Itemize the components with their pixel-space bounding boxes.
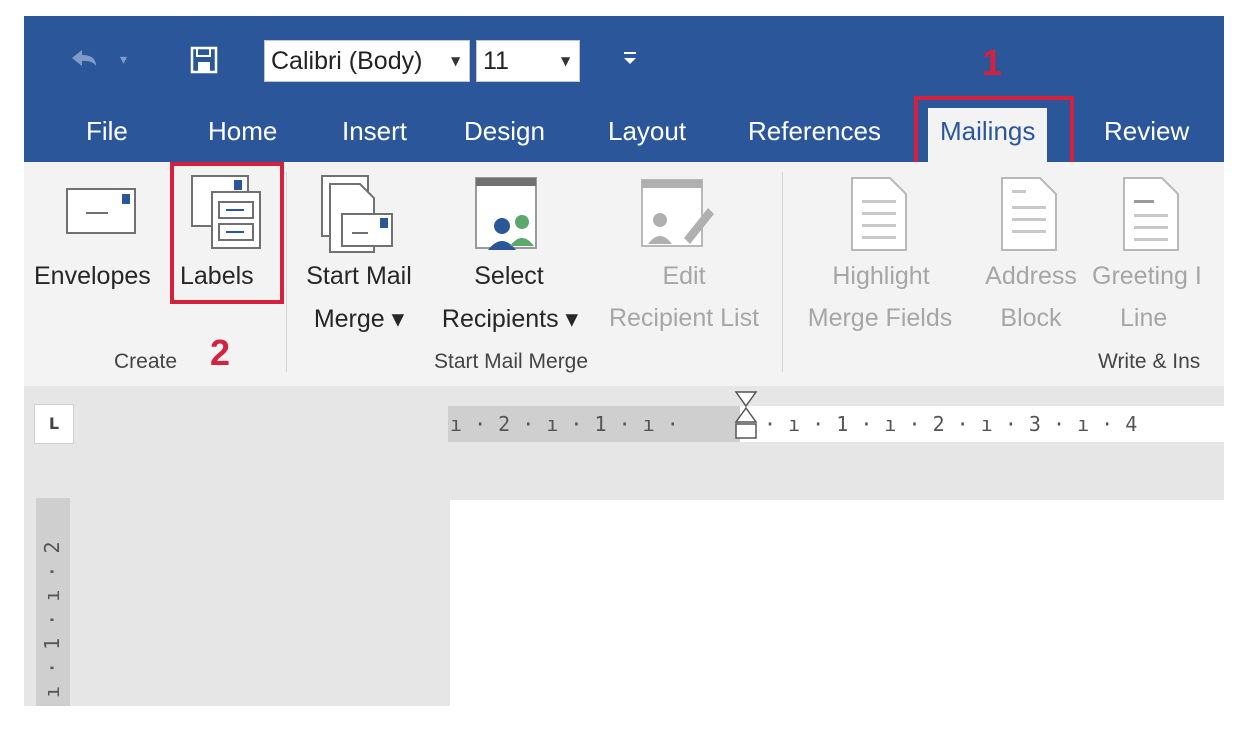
group-separator <box>286 172 287 372</box>
tab-review[interactable]: Review <box>1104 100 1189 162</box>
start-mail-merge-line2[interactable]: Merge ▾ <box>294 304 424 334</box>
address-block-line2[interactable]: Block <box>966 304 1096 333</box>
tab-selector-button[interactable]: L <box>34 404 74 444</box>
font-name-value: Calibri (Body) <box>271 47 423 75</box>
tab-design[interactable]: Design <box>464 100 545 162</box>
greeting-line-line1[interactable]: Greeting I <box>1092 262 1202 291</box>
annotation-highlight-mailings <box>914 96 1074 172</box>
tab-layout[interactable]: Layout <box>608 100 686 162</box>
edit-recipient-list-line2[interactable]: Recipient List <box>596 304 772 333</box>
start-mail-merge-icon <box>320 174 400 262</box>
horizontal-ruler[interactable]: ı · 2 · ı · 1 · ı · · ı · 1 · ı · 2 · ı … <box>448 406 1224 442</box>
address-block-line1[interactable]: Address <box>966 262 1096 291</box>
undo-icon[interactable] <box>64 42 108 78</box>
save-icon[interactable] <box>190 46 218 74</box>
title-bar: ▾ Calibri (Body) ▼ 11 ▼ 1 <box>24 16 1224 100</box>
ruler-left-ticks: ı · 2 · ı · 1 · ı · <box>450 412 679 436</box>
annotation-highlight-labels <box>170 162 284 304</box>
edit-recipient-list-line1[interactable]: Edit <box>624 262 744 291</box>
chevron-down-icon[interactable]: ▼ <box>451 41 460 81</box>
font-size-value: 11 <box>483 47 509 75</box>
start-mail-merge-line1[interactable]: Start Mail <box>294 262 424 291</box>
select-recipients-icon <box>470 176 540 256</box>
annotation-step-1: 1 <box>982 42 1003 83</box>
font-name-combobox[interactable]: Calibri (Body) ▼ <box>264 40 470 82</box>
annotation-step-2: 2 <box>210 332 231 373</box>
tab-insert[interactable]: Insert <box>342 100 407 162</box>
address-block-icon <box>1000 176 1060 256</box>
vertical-ruler[interactable]: ı · 1 · ı · 2 <box>36 498 70 706</box>
group-separator <box>782 172 783 372</box>
group-label-write-insert: Write & Ins <box>1098 350 1201 373</box>
ruler-right-ticks: · ı · 1 · ı · 2 · ı · 3 · ı · 4 <box>764 412 1138 436</box>
select-recipients-line1[interactable]: Select <box>444 262 574 291</box>
font-size-combobox[interactable]: 11 ▼ <box>476 40 580 82</box>
tab-home[interactable]: Home <box>208 100 277 162</box>
edit-recipient-list-icon <box>638 178 718 254</box>
undo-dropdown-icon[interactable]: ▾ <box>120 42 127 78</box>
highlight-merge-fields-line1[interactable]: Highlight <box>816 262 946 291</box>
select-recipients-line2[interactable]: Recipients ▾ <box>428 304 592 334</box>
customize-qat-icon[interactable] <box>620 44 640 72</box>
group-label-start-mail-merge: Start Mail Merge <box>434 350 589 373</box>
greeting-line-icon <box>1122 176 1182 256</box>
vertical-ruler-ticks: ı · 1 · ı · 2 <box>40 541 64 698</box>
document-page[interactable] <box>450 500 1224 706</box>
greeting-line-line2[interactable]: Line <box>1120 304 1167 333</box>
envelope-icon <box>66 188 136 238</box>
tab-references[interactable]: References <box>748 100 881 162</box>
envelopes-button[interactable]: Envelopes <box>34 262 151 291</box>
chevron-down-icon[interactable]: ▼ <box>561 41 570 81</box>
highlight-merge-fields-icon <box>850 176 910 256</box>
tab-file[interactable]: File <box>86 100 128 162</box>
group-label-create: Create <box>114 350 178 373</box>
highlight-merge-fields-line2[interactable]: Merge Fields <box>792 304 968 333</box>
indent-marker-icon[interactable] <box>734 390 758 454</box>
word-window: ▾ Calibri (Body) ▼ 11 ▼ 1 File Home Inse… <box>24 16 1224 706</box>
